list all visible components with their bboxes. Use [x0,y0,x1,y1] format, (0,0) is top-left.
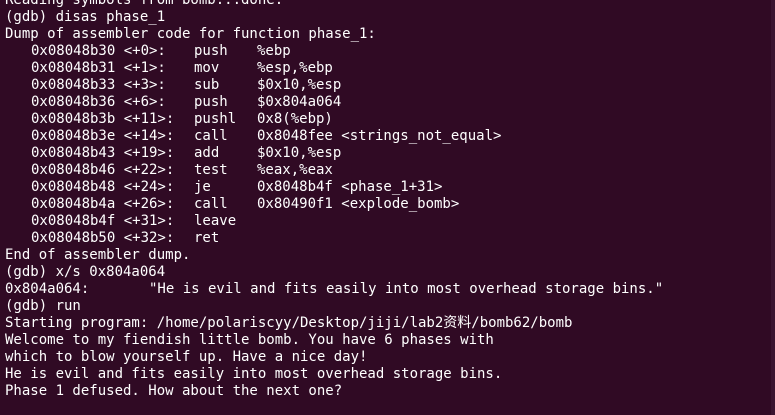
asm-line: 0x08048b4f <+31>: leave [5,213,663,230]
asm-operands: $0x10,%esp [257,77,342,93]
asm-address: 0x08048b30 <+0>: [31,43,166,59]
asm-mnemonic: leave [194,213,237,229]
asm-address: 0x08048b4f <+31>: [31,213,175,229]
gdb-command-xs: (gdb) x/s 0x804a064 [5,264,166,280]
asm-line: 0x08048b4a <+26>: call 0x80490f1 <explode_… [5,196,663,213]
terminal-scrollbar[interactable] [771,0,775,415]
terminal-window[interactable]: Reading symbols from bomb...done. (gdb) … [0,0,775,415]
dump-end: End of assembler dump. [5,247,191,263]
asm-line: 0x08048b31 <+1>: mov %esp,%ebp [5,60,663,77]
phase-defused-message: Phase 1 defused. How about the next one? [5,383,343,399]
asm-mnemonic: push [194,94,228,110]
asm-operands: %esp,%ebp [257,60,333,76]
terminal-output: Reading symbols from bomb...done. (gdb) … [5,0,663,400]
asm-operands: 0x8(%ebp) [257,111,333,127]
output-line: Reading symbols from bomb...done. [5,0,284,8]
asm-mnemonic: call [194,196,228,212]
asm-operands: $0x804a064 [257,94,342,110]
asm-mnemonic: mov [194,60,220,76]
asm-mnemonic: push [194,43,228,59]
asm-mnemonic: sub [194,77,220,93]
asm-address: 0x08048b31 <+1>: [31,60,166,76]
asm-line: 0x08048b3b <+11>: pushl 0x8(%ebp) [5,111,663,128]
asm-operands: 0x80490f1 <explode_bomb> [257,196,460,212]
asm-address: 0x08048b50 <+32>: [31,230,175,246]
asm-line: 0x08048b33 <+3>: sub $0x10,%esp [5,77,663,94]
asm-operands: 0x8048fee <strings_not_equal> [257,128,502,144]
asm-line: 0x08048b30 <+0>: push %ebp [5,43,663,60]
memory-line: 0x804a064: "He is evil and fits easily in… [5,281,663,298]
welcome-line-2: which to blow yourself up. Have a nice d… [5,349,368,365]
memory-string: "He is evil and fits easily into most ov… [149,281,664,297]
asm-mnemonic: call [194,128,228,144]
asm-address: 0x08048b3b <+11>: [31,111,175,127]
gdb-command-run: (gdb) run [5,298,81,314]
asm-line: 0x08048b48 <+24>: je 0x8048b4f <phase_1+31… [5,179,663,196]
asm-address: 0x08048b3e <+14>: [31,128,175,144]
asm-line: 0x08048b36 <+6>: push $0x804a064 [5,94,663,111]
asm-mnemonic: test [194,162,228,178]
asm-operands: $0x10,%esp [257,145,342,161]
asm-address: 0x08048b46 <+22>: [31,162,175,178]
asm-address: 0x08048b4a <+26>: [31,196,175,212]
asm-line: 0x08048b3e <+14>: call 0x8048fee <strings_… [5,128,663,145]
asm-mnemonic: add [194,145,220,161]
asm-operands: 0x8048b4f <phase_1+31> [257,179,443,195]
asm-address: 0x08048b33 <+3>: [31,77,166,93]
asm-address: 0x08048b43 <+19>: [31,145,175,161]
asm-address: 0x08048b36 <+6>: [31,94,166,110]
asm-mnemonic: je [194,179,211,195]
asm-line: 0x08048b43 <+19>: add $0x10,%esp [5,145,663,162]
dump-header: Dump of assembler code for function phas… [5,26,376,42]
asm-operands: %ebp [257,43,291,59]
input-echo: He is evil and fits easily into most ove… [5,366,503,382]
asm-mnemonic: pushl [194,111,237,127]
gdb-command-disas: (gdb) disas phase_1 [5,9,166,25]
asm-line: 0x08048b46 <+22>: test %eax,%eax [5,162,663,179]
welcome-line-1: Welcome to my fiendish little bomb. You … [5,332,494,348]
starting-program: Starting program: /home/polariscyy/Deskt… [5,315,573,331]
asm-line: 0x08048b50 <+32>: ret [5,230,663,247]
asm-address: 0x08048b48 <+24>: [31,179,175,195]
asm-operands: %eax,%eax [257,162,333,178]
asm-mnemonic: ret [194,230,220,246]
memory-address: 0x804a064: [5,281,90,297]
